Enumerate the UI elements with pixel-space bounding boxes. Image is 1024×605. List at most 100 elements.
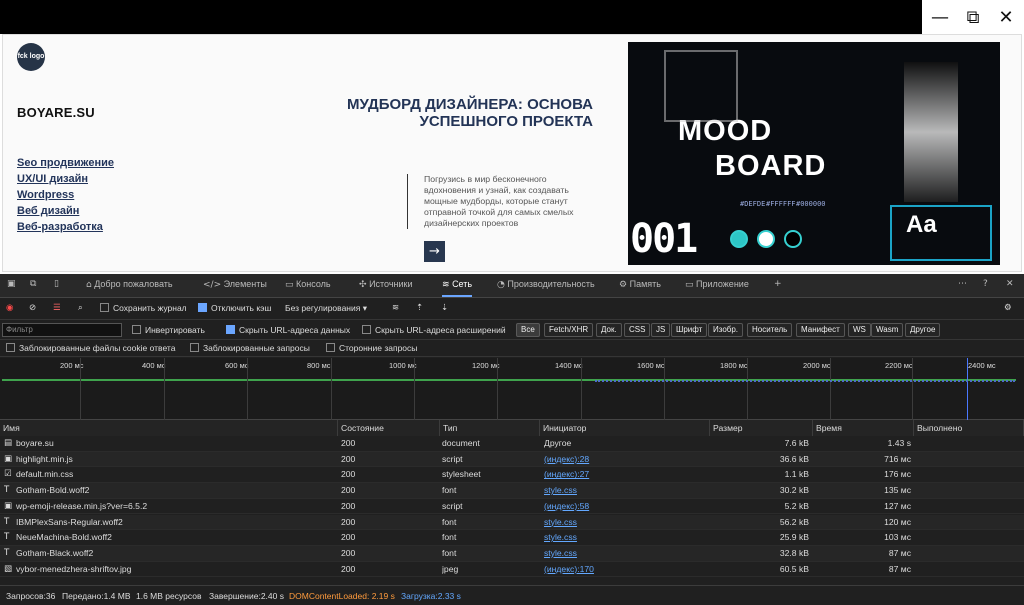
column-initiator[interactable]: Инициатор xyxy=(540,420,710,436)
device-icon[interactable]: ▣ xyxy=(7,279,16,289)
preserve-log-checkbox[interactable]: Сохранить журнал xyxy=(100,303,187,313)
disable-cache-checkbox[interactable]: Отключить кэш xyxy=(198,303,271,313)
table-row[interactable]: ▤ boyare.su 200 document Другое 7.6 kB 1.43 s xyxy=(0,436,1024,452)
network-conditions-icon[interactable]: ≋ xyxy=(392,303,399,313)
type-filter-fetch[interactable]: Fetch/XHR xyxy=(544,323,594,337)
column-status[interactable]: Состояние xyxy=(338,420,440,436)
tab-performance[interactable]: ◔ Производительность xyxy=(497,279,595,290)
record-icon[interactable]: ◉ xyxy=(6,303,13,313)
gridline xyxy=(664,358,665,420)
request-initiator[interactable]: style.css xyxy=(544,517,704,527)
throttling-select[interactable]: Без регулирования ▾ xyxy=(285,303,367,314)
tab-console[interactable]: ▭ Консоль xyxy=(285,279,331,290)
settings-icon[interactable]: ⚙ xyxy=(1004,303,1012,313)
filter-icon[interactable]: ☰ xyxy=(53,303,61,313)
nav-link-web-design[interactable]: Веб дизайн xyxy=(17,203,114,219)
table-row[interactable]: T NeueMachina-Bold.woff2 200 font style.css 2… xyxy=(0,530,1024,546)
type-filter-font[interactable]: Шрифт xyxy=(671,323,708,337)
banner-tag: #000000 xyxy=(796,200,826,208)
site-brand[interactable]: BOYARE.SU xyxy=(17,105,95,120)
column-type[interactable]: Тип xyxy=(440,420,540,436)
arrow-right-icon[interactable]: → xyxy=(424,241,445,262)
tab-application[interactable]: ▭ Приложение xyxy=(685,279,749,290)
search-icon[interactable]: ⌕ xyxy=(78,303,83,313)
nav-link-seo[interactable]: Seo продвижение xyxy=(17,155,114,171)
tab-elements[interactable]: </> Элементы xyxy=(203,279,267,290)
request-initiator[interactable]: (индекс):170 xyxy=(544,564,704,574)
type-filter-other[interactable]: Другое xyxy=(905,323,941,337)
add-tab-icon[interactable]: + xyxy=(774,279,782,289)
fashion-figure xyxy=(904,62,958,202)
circle-icon xyxy=(730,230,748,248)
close-icon[interactable]: ✕ xyxy=(989,0,1023,34)
hide-data-urls-checkbox[interactable]: Скрыть URL-адреса данных xyxy=(226,325,350,335)
table-row[interactable]: ▣ highlight.min.js 200 script (индекс):28 36.… xyxy=(0,451,1024,468)
type-filter-media[interactable]: Носитель xyxy=(747,323,793,337)
request-size: 60.5 kB xyxy=(779,563,809,574)
type-filter-ws[interactable]: WS xyxy=(848,323,871,337)
help-icon[interactable]: ? xyxy=(983,279,988,289)
blocked-cookies-checkbox[interactable]: Заблокированные файлы cookie ответа xyxy=(6,343,175,353)
type-filter-all[interactable]: Все xyxy=(516,323,540,337)
request-initiator[interactable]: style.css xyxy=(544,548,704,558)
request-initiator[interactable]: style.css xyxy=(544,532,704,542)
table-row[interactable]: ▧ vybor-menedzhera-shriftov.jpg 200 jpeg (ин… xyxy=(0,562,1024,578)
third-party-checkbox[interactable]: Сторонние запросы xyxy=(326,343,417,353)
request-initiator[interactable]: (индекс):58 xyxy=(544,501,704,511)
column-time[interactable]: Время xyxy=(813,420,914,436)
table-row[interactable]: T Gotham-Bold.woff2 200 font style.css 30.2 k… xyxy=(0,483,1024,499)
type-filter-doc[interactable]: Док. xyxy=(596,323,622,337)
more-icon[interactable]: ⋯ xyxy=(958,279,967,289)
type-filter-js[interactable]: JS xyxy=(651,323,671,337)
request-time: 103 мс xyxy=(884,532,911,543)
tab-memory[interactable]: ⚙ Память xyxy=(619,279,661,290)
sidebar-icon[interactable]: ▯ xyxy=(54,279,59,289)
timeline-tick-label: 2400 мс xyxy=(968,361,996,370)
file-icon: ▣ xyxy=(4,500,13,511)
column-name[interactable]: Имя xyxy=(0,420,338,436)
type-filter-css[interactable]: CSS xyxy=(624,323,651,337)
request-initiator[interactable]: style.css xyxy=(544,485,704,495)
site-logo[interactable]: fck logo xyxy=(17,43,45,71)
tab-sources[interactable]: ✣ Источники xyxy=(359,279,413,290)
close-devtools-icon[interactable]: ✕ xyxy=(1006,279,1014,289)
hide-extension-urls-checkbox[interactable]: Скрыть URL-адреса расширений xyxy=(362,325,506,335)
clear-icon[interactable]: ⊘ xyxy=(29,303,36,313)
table-row[interactable]: T Gotham-Black.woff2 200 font style.css 32.8 … xyxy=(0,545,1024,562)
filter-input[interactable]: Фильтр xyxy=(2,323,122,337)
app-window: — ⧉ ✕ fck logo BOYARE.SU Seo продвижение… xyxy=(0,0,1024,605)
request-type: font xyxy=(442,532,457,543)
timeline-tick-label: 1000 мс xyxy=(389,361,417,370)
request-size: 56.2 kB xyxy=(779,516,809,527)
type-filter-manifest[interactable]: Манифест xyxy=(796,323,845,337)
inspect-icon[interactable]: ⧉ xyxy=(30,279,36,289)
request-status: 200 xyxy=(341,516,356,527)
restore-icon[interactable]: ⧉ xyxy=(956,0,990,34)
table-row[interactable]: ▣ wp-emoji-release.min.js?ver=6.5.2 200 scr… xyxy=(0,499,1024,515)
nav-link-web-dev[interactable]: Веб-разработка xyxy=(17,219,114,235)
request-initiator[interactable]: (индекс):27 xyxy=(544,469,704,479)
circle-icon xyxy=(757,230,775,248)
invert-checkbox[interactable]: Инвертировать xyxy=(132,325,205,335)
column-finished[interactable]: Выполнено xyxy=(914,420,1024,436)
request-initiator[interactable]: (индекс):28 xyxy=(544,454,704,464)
request-time: 127 мс xyxy=(884,500,911,511)
tab-welcome[interactable]: ⌂ Добро пожаловать xyxy=(86,279,173,290)
request-name: wp-emoji-release.min.js?ver=6.5.2 xyxy=(16,500,148,511)
column-size[interactable]: Размер xyxy=(710,420,813,436)
timeline-overview[interactable]: 200 мс 400 мс 600 мс 800 мс 1000 мс 1200 мс 14… xyxy=(0,358,1024,420)
request-name: boyare.su xyxy=(16,438,54,448)
table-row[interactable]: ☑ default.min.css 200 stylesheet (индекс):27… xyxy=(0,467,1024,484)
type-filter-image[interactable]: Изобр. xyxy=(708,323,744,337)
table-row[interactable]: T IBMPlexSans-Regular.woff2 200 font style.c… xyxy=(0,514,1024,531)
tab-network[interactable]: ≋ Сеть xyxy=(442,279,473,297)
minimize-icon[interactable]: — xyxy=(923,0,957,34)
request-name: vybor-menedzhera-shriftov.jpg xyxy=(16,563,132,574)
import-icon[interactable]: ⇡ xyxy=(416,303,423,313)
type-filter-wasm[interactable]: Wasm xyxy=(871,323,904,337)
export-icon[interactable]: ⇣ xyxy=(441,303,448,313)
blocked-requests-checkbox[interactable]: Заблокированные запросы xyxy=(190,343,310,353)
request-size: 7.6 kB xyxy=(784,438,809,448)
nav-link-uxui[interactable]: UX/UI дизайн xyxy=(17,171,114,187)
nav-link-wordpress[interactable]: Wordpress xyxy=(17,187,114,203)
